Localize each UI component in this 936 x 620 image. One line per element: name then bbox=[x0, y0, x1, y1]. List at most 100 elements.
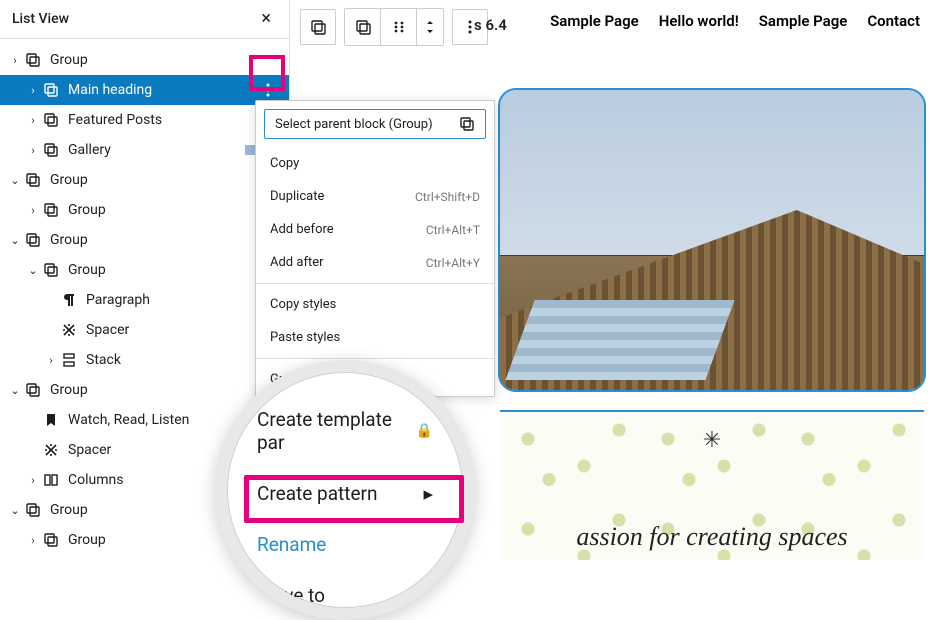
group-icon bbox=[42, 81, 60, 99]
site-nav: Sample Page Hello world! Sample Page Contac… bbox=[550, 12, 920, 30]
menu-label: Rename bbox=[257, 533, 326, 556]
move-up-down[interactable] bbox=[417, 9, 443, 45]
tree-label: Group bbox=[50, 52, 281, 68]
list-view-header: List View × bbox=[0, 0, 289, 39]
menu-item-rename[interactable]: Rename bbox=[235, 519, 455, 570]
tree-label: Group bbox=[50, 172, 281, 188]
caret-right-icon[interactable]: › bbox=[26, 84, 40, 97]
menu-label: Create template par bbox=[257, 408, 416, 454]
caret-right-icon[interactable]: › bbox=[44, 354, 58, 367]
tree-label: Spacer bbox=[86, 322, 281, 338]
magnifier-overlay: Create template par🔒 Create pattern ▸ Renam… bbox=[215, 360, 475, 620]
menu-item-copy[interactable]: Copy bbox=[256, 147, 494, 180]
nav-link-sample-page[interactable]: Sample Page bbox=[550, 12, 639, 30]
menu-separator bbox=[256, 358, 494, 359]
caret-right-icon[interactable]: › bbox=[26, 474, 40, 487]
menu-item-create-pattern[interactable]: Create pattern ▸ bbox=[235, 468, 455, 519]
menu-label: Move to bbox=[257, 584, 325, 607]
group-icon bbox=[24, 51, 42, 69]
drag-handle[interactable] bbox=[381, 9, 417, 45]
group-icon bbox=[42, 141, 60, 159]
glass-graphic bbox=[505, 300, 734, 380]
group-icon bbox=[24, 171, 42, 189]
bookmark-icon bbox=[42, 411, 60, 429]
menu-label: Add before bbox=[270, 222, 334, 237]
tree-row-group[interactable]: ⌄ Group bbox=[0, 375, 289, 405]
lock-icon: 🔒 bbox=[416, 423, 433, 439]
menu-item-add-after[interactable]: Add afterCtrl+Alt+Y bbox=[256, 246, 494, 279]
stack-icon bbox=[60, 351, 78, 369]
block-options-menu: Select parent block (Group) Copy Duplicat… bbox=[255, 100, 495, 397]
tree-row-group[interactable]: ⌄ Group bbox=[0, 255, 289, 285]
block-toolbar bbox=[300, 8, 488, 46]
group-icon bbox=[42, 261, 60, 279]
group-icon bbox=[24, 501, 42, 519]
caret-down-icon[interactable]: ⌄ bbox=[8, 504, 22, 517]
close-icon[interactable]: × bbox=[255, 8, 277, 30]
columns-icon bbox=[42, 471, 60, 489]
tree-label: Group bbox=[68, 202, 281, 218]
tree-label: Main heading bbox=[68, 82, 255, 98]
group-icon bbox=[24, 231, 42, 249]
menu-label: Copy bbox=[270, 156, 299, 171]
tree-row-spacer[interactable]: Spacer bbox=[0, 315, 289, 345]
tree-label: Paragraph bbox=[86, 292, 281, 308]
tree-row-stack[interactable]: › Stack bbox=[0, 345, 289, 375]
tree-row-group[interactable]: ⌄ Group bbox=[0, 225, 289, 255]
caret-down-icon[interactable]: ⌄ bbox=[8, 234, 22, 247]
caret-down-icon[interactable]: ⌄ bbox=[8, 174, 22, 187]
menu-label: Add after bbox=[270, 255, 324, 270]
tree-row-group[interactable]: › Group bbox=[0, 195, 289, 225]
menu-item-move-to[interactable]: Move to bbox=[235, 570, 455, 620]
nav-link-sample-page[interactable]: Sample Page bbox=[759, 12, 848, 30]
menu-label: Paste styles bbox=[270, 330, 340, 345]
spacer-icon bbox=[60, 321, 78, 339]
menu-separator bbox=[256, 283, 494, 284]
toolbar-group bbox=[344, 8, 444, 46]
caret-right-icon[interactable]: › bbox=[8, 54, 22, 67]
tree-row-paragraph[interactable]: Paragraph bbox=[0, 285, 289, 315]
tree-label: Featured Posts bbox=[68, 112, 281, 128]
caret-down-icon[interactable]: ⌄ bbox=[8, 384, 22, 397]
group-icon bbox=[24, 381, 42, 399]
menu-item-copy-styles[interactable]: Copy styles bbox=[256, 288, 494, 321]
menu-item-add-before[interactable]: Add before Ctrl+Alt+T bbox=[256, 213, 494, 246]
caret-right-icon[interactable]: › bbox=[26, 534, 40, 547]
tree-label: Gallery bbox=[68, 142, 245, 158]
paragraph-icon bbox=[60, 291, 78, 309]
tree-label: Group bbox=[50, 232, 281, 248]
tree-row-gallery[interactable]: › Gallery bbox=[0, 135, 289, 165]
caret-right-icon[interactable]: › bbox=[26, 204, 40, 217]
group-icon bbox=[459, 116, 475, 132]
tree-row-group[interactable]: ⌄ Group bbox=[0, 165, 289, 195]
caret-right-icon[interactable]: › bbox=[26, 114, 40, 127]
tree-row-group[interactable]: › Group bbox=[0, 45, 289, 75]
menu-item-create-template-par[interactable]: Create template par🔒 bbox=[235, 394, 455, 468]
spacer-icon bbox=[42, 441, 60, 459]
caret-down-icon[interactable]: ⌄ bbox=[26, 264, 40, 277]
menu-item-paste-styles[interactable]: Paste styles bbox=[256, 321, 494, 354]
nav-link-hello-world-[interactable]: Hello world! bbox=[659, 12, 739, 30]
submenu-arrow-icon: ▸ bbox=[423, 482, 433, 505]
menu-label: Create pattern bbox=[257, 482, 378, 505]
version-text: s 6.4 bbox=[474, 16, 507, 34]
menu-item-duplicate[interactable]: DuplicateCtrl+Shift+D bbox=[256, 180, 494, 213]
block-type-button[interactable] bbox=[300, 9, 336, 45]
pattern-section[interactable]: ✳ assion for creating spaces bbox=[500, 410, 924, 560]
menu-label: Copy styles bbox=[270, 297, 336, 312]
tree-row-featured-posts[interactable]: › Featured Posts bbox=[0, 105, 289, 135]
menu-shortcut: Ctrl+Shift+D bbox=[415, 190, 480, 204]
tree-row-main-heading[interactable]: › Main heading bbox=[0, 75, 289, 105]
nav-link-contact[interactable]: Contact bbox=[867, 12, 920, 30]
menu-shortcut: Ctrl+Alt+T bbox=[426, 223, 480, 237]
select-parent-item[interactable]: Select parent block (Group) bbox=[264, 109, 486, 139]
group-icon bbox=[42, 111, 60, 129]
hero-image-block[interactable] bbox=[500, 90, 924, 390]
caret-right-icon[interactable]: › bbox=[26, 144, 40, 157]
tree-label: Group bbox=[68, 262, 281, 278]
tree-label: Stack bbox=[86, 352, 281, 368]
asterisk-icon: ✳ bbox=[703, 428, 721, 453]
select-parent-label: Select parent block (Group) bbox=[275, 117, 433, 132]
select-parent-button[interactable] bbox=[345, 9, 381, 45]
tree-label: Group bbox=[50, 382, 281, 398]
